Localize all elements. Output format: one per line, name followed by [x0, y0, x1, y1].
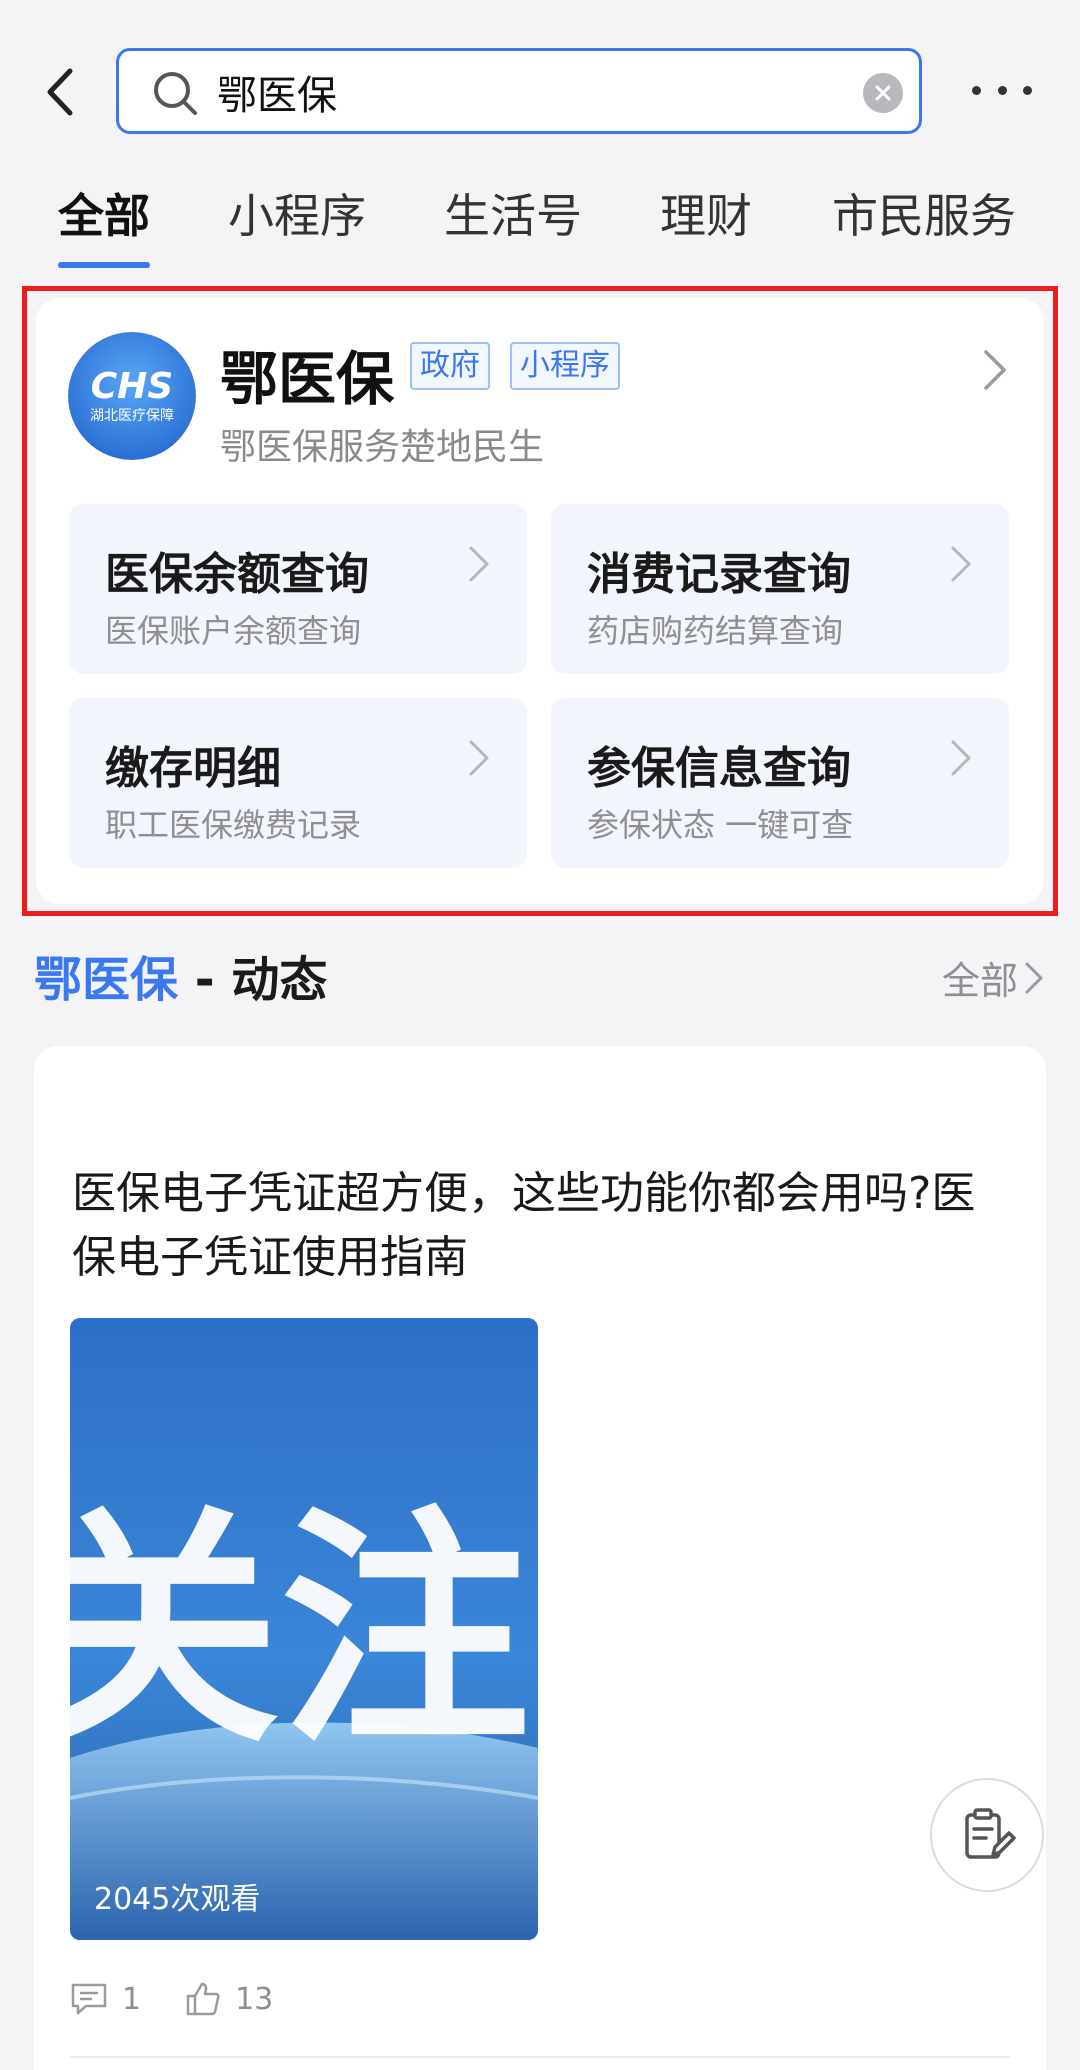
dot-icon — [997, 85, 1007, 95]
search-icon — [154, 72, 197, 115]
feed-header: 鄂医保 - 动态 — [34, 940, 327, 1010]
edit-document-icon — [965, 1808, 1016, 1859]
feed-all-link[interactable]: 全部 — [942, 950, 1044, 1005]
post-video-thumbnail[interactable]: 关注 2045次观看 — [70, 1318, 538, 1940]
search-input[interactable] — [215, 61, 839, 123]
search-box[interactable] — [116, 48, 922, 134]
tab-citizen-services[interactable]: 市民服务 — [832, 180, 1016, 246]
top-bar — [0, 0, 1080, 160]
tab-all[interactable]: 全部 — [58, 180, 150, 246]
like-stat[interactable]: 13 — [185, 1981, 273, 2017]
category-tabs: 全部 小程序 生活号 理财 市民服务 — [0, 170, 1080, 280]
tab-mini-program[interactable]: 小程序 — [228, 180, 366, 246]
highlight-frame — [22, 286, 1058, 916]
comment-count: 1 — [122, 1981, 142, 2017]
chevron-left-icon — [47, 68, 73, 116]
feed-all-label: 全部 — [941, 959, 1018, 1003]
comment-icon — [71, 1983, 107, 2015]
view-count: 2045次观看 — [94, 1882, 261, 1917]
divider — [70, 2056, 1010, 2058]
thumbs-up-icon — [186, 1982, 220, 2016]
post-title[interactable]: 医保电子凭证超方便，这些功能你都会用吗?医保电子凭证使用指南 — [72, 1162, 1012, 1290]
dot-icon — [1023, 85, 1032, 95]
clear-search-button[interactable] — [863, 73, 903, 113]
chevron-right-icon — [1025, 962, 1043, 993]
like-count: 13 — [235, 1981, 274, 2017]
tab-life-account[interactable]: 生活号 — [444, 180, 582, 246]
back-button[interactable] — [34, 62, 84, 122]
more-options-button[interactable] — [972, 70, 1032, 110]
tab-finance[interactable]: 理财 — [660, 180, 752, 246]
close-icon — [875, 85, 891, 101]
post-stats: 1 13 — [70, 1974, 317, 2024]
floating-feedback-button[interactable] — [930, 1778, 1044, 1892]
video-thumbnail-art: 关注 — [70, 1318, 538, 1940]
dot-icon — [972, 85, 981, 95]
feed-brand: 鄂医保 — [34, 952, 179, 1008]
post-card[interactable]: 医保电子凭证超方便，这些功能你都会用吗?医保电子凭证使用指南 关注 2045次观… — [34, 1046, 1046, 2070]
active-tab-indicator — [58, 262, 150, 268]
svg-text:关注: 关注 — [70, 1486, 530, 1777]
comment-stat[interactable]: 1 — [70, 1982, 141, 2017]
feed-title-suffix: - 动态 — [178, 952, 328, 1008]
